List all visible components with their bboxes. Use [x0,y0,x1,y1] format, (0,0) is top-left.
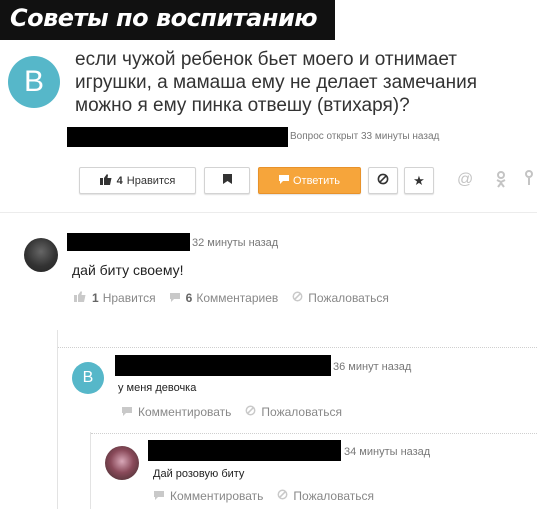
reply-separator [58,347,537,348]
question-meta: Вопрос открыт 33 минуты назад [290,131,440,142]
commenter-avatar[interactable] [24,238,58,272]
star-icon: ★ [413,172,425,188]
answer-button[interactable]: Ответить [258,167,361,194]
comment-time: 32 минуты назад [192,237,279,249]
report-icon [245,405,256,419]
reply-avatar[interactable]: B [72,362,104,394]
redacted-username [67,233,190,251]
report-link[interactable]: Пожаловаться [308,291,389,305]
comment-bubble-icon [169,291,180,305]
comment-text: дай биту своему! [72,262,184,278]
redacted-username [115,355,331,376]
avatar-letter: B [23,65,44,98]
reply-text: у меня девочка [118,382,197,394]
mail-share-icon[interactable]: @ [457,171,473,189]
report-icon [292,291,303,305]
reply-comment-link[interactable]: Комментировать [170,489,263,503]
favorite-button[interactable]: ★ [404,167,434,194]
banner-title: Советы по воспитанию [10,4,318,32]
comment-actions: 1 Нравится 6 Комментариев Пожаловаться [74,291,389,305]
reply-text: Дай розовую биту [153,468,245,480]
avatar-letter: B [82,369,94,386]
thread-line-nested [90,432,91,509]
comments-link[interactable]: Комментариев [196,291,278,305]
question-avatar[interactable]: B [8,56,60,108]
comment-like-count[interactable]: 1 [92,291,99,305]
comment-like-button[interactable]: Нравится [103,291,156,305]
reply-comment-link[interactable]: Комментировать [138,405,231,419]
reply-separator [91,433,537,434]
like-count: 4 [116,174,123,187]
reply-report-link[interactable]: Пожаловаться [261,405,342,419]
answer-label: Ответить [292,174,341,187]
thread-line [57,330,58,509]
redacted-username [148,440,341,461]
reply-avatar-photo[interactable] [105,446,139,480]
divider [0,212,537,213]
reply-icon [278,174,289,187]
thumbs-up-icon [99,173,112,188]
more-share-icon[interactable] [523,170,535,191]
reply-report-link[interactable]: Пожаловаться [293,489,374,503]
reply-time: 36 минут назад [333,361,412,373]
bookmark-button[interactable] [204,167,250,194]
comment-bubble-icon [122,405,132,419]
block-icon [377,173,389,188]
comments-count[interactable]: 6 [186,291,193,305]
reply-time: 34 минуты назад [344,446,431,458]
block-button[interactable] [368,167,398,194]
redacted-username [67,127,288,147]
reply-actions: Комментировать Пожаловаться [122,405,342,419]
bookmark-icon [222,174,232,187]
thumbs-up-icon [74,291,86,305]
reply-actions: Комментировать Пожаловаться [154,489,374,503]
ok-share-icon[interactable] [495,170,507,193]
like-button[interactable]: 4 Нравится [79,167,196,194]
like-label: Нравится [126,174,176,187]
report-icon [277,489,288,503]
comment-bubble-icon [154,489,164,503]
question-text: если чужой ребенок бьет моего и отнимает… [75,49,478,116]
